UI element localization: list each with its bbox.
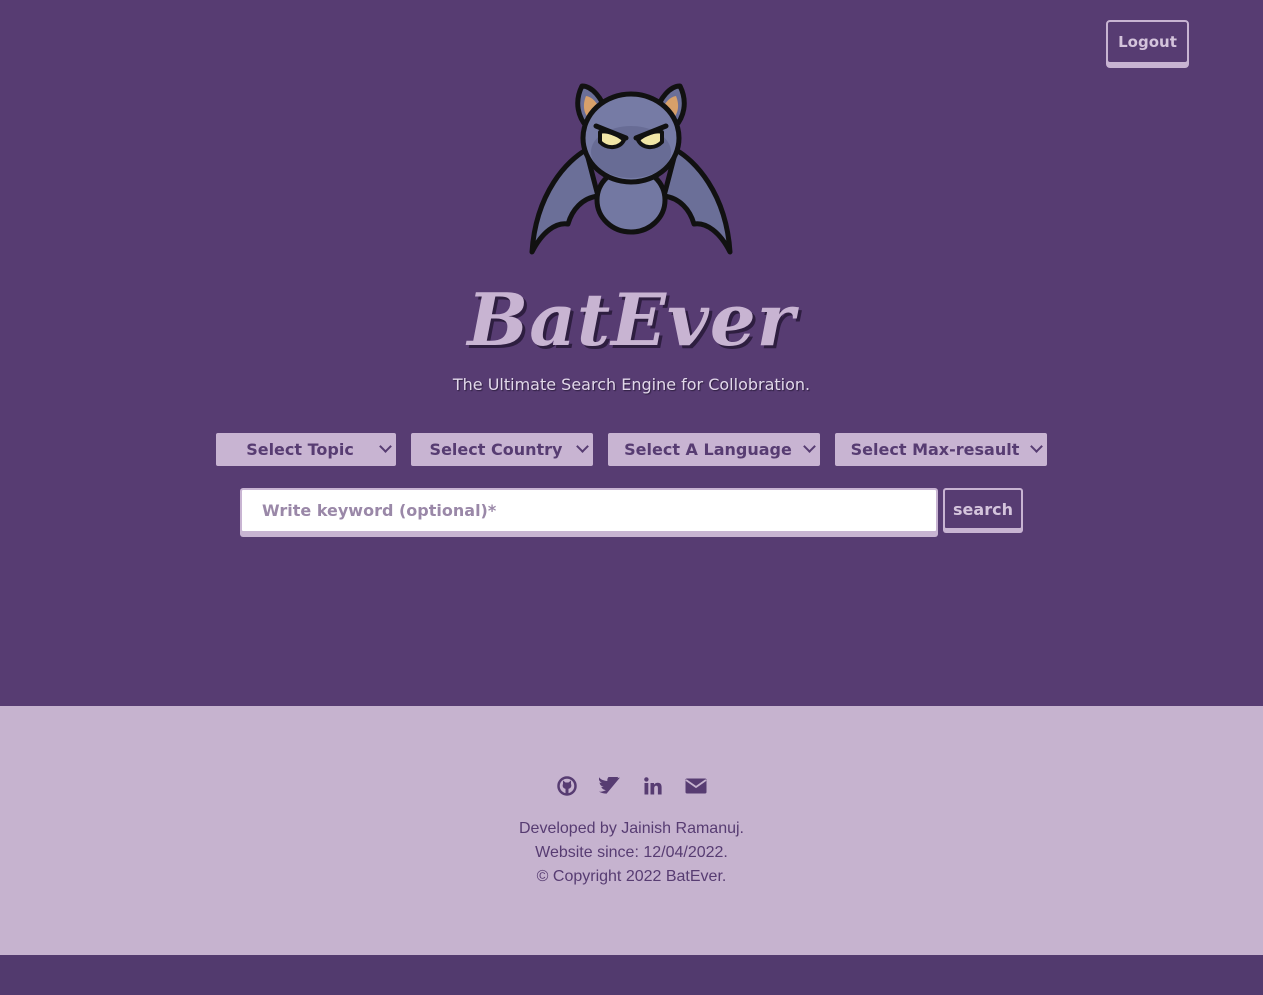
tagline: The Ultimate Search Engine for Collobrat… [452,375,811,394]
topic-select[interactable]: Select Topic [216,433,396,466]
twitter-icon[interactable] [599,774,621,798]
search-button[interactable]: search [943,488,1023,530]
copyright: © Copyright 2022 BatEver. [536,868,727,885]
country-select[interactable]: Select Country [411,433,593,466]
github-icon[interactable] [556,774,578,798]
footer-credits: Developed by Jainish Ramanuj. Website si… [0,817,1263,889]
website-since: Website since: 12/04/2022. [535,844,728,861]
language-select-label: Select A Language [624,440,792,459]
max-result-select[interactable]: Select Max-resault [835,433,1047,466]
logout-button[interactable]: Logout [1106,20,1189,64]
linkedin-icon[interactable] [642,774,664,798]
language-select[interactable]: Select A Language [608,433,820,466]
envelope-icon[interactable] [685,774,707,798]
search-input[interactable]: Write keyword (optional)* [240,488,938,533]
country-select-label: Select Country [429,440,563,459]
main-section: Logout BatEver The Ultimate Search Engin… [0,0,1263,706]
page-title: BatEver [467,277,796,362]
topic-select-label: Select Topic [246,440,354,459]
social-links [0,774,1263,798]
bat-logo [529,83,733,255]
developer-credit: Developed by Jainish Ramanuj. [518,820,744,837]
max-result-select-label: Select Max-resault [850,440,1020,459]
